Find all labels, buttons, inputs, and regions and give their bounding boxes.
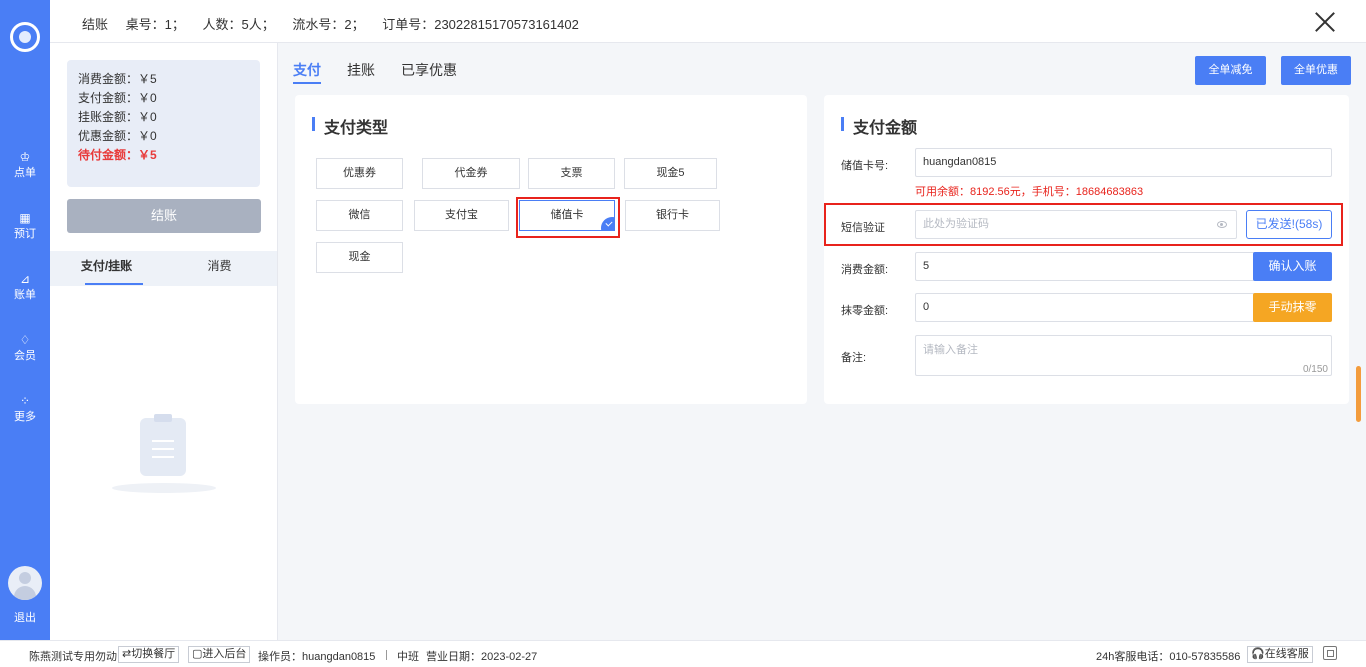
nav-item-label: 账单 [14,289,36,301]
chef-hat-icon: ♔ [19,150,31,164]
consume-amount-label: 消费金额: [841,264,889,276]
rounding-amount-field[interactable]: 0 [915,293,1255,322]
pay-option-wechat[interactable]: 微信 [316,200,403,231]
nav-item-reserve[interactable]: ▦ 预订 [0,211,50,241]
shift-info: 中班 [397,651,419,663]
store-name: 陈燕测试专用勿动 [29,651,117,663]
pay-option-coupon[interactable]: 优惠券 [316,158,403,189]
fullscreen-icon[interactable] [1323,646,1337,660]
pay-option-voucher[interactable]: 代金券 [422,158,520,189]
pay-option-alipay[interactable]: 支付宝 [414,200,509,231]
calendar-icon: ▦ [19,211,31,225]
tab-consumption[interactable]: 消费 [163,251,276,286]
serial-number: 流水号：2； [292,17,365,32]
left-panel-tabs: 支付/挂账 消费 [50,251,277,286]
payment-type-title: 支付类型 [312,114,388,138]
table-number: 桌号：1； [125,17,185,32]
app-logo-icon [10,22,40,52]
service-hotline: 24h客服电话：010-57835586 [1096,651,1241,663]
scrollbar-thumb[interactable] [1356,366,1361,422]
business-date: 营业日期：2023-02-27 [426,651,538,663]
pay-option-cheque[interactable]: 支票 [528,158,615,189]
balance-info: 可用余额：8192.56元，手机号：18684683863 [915,186,1144,198]
remark-placeholder: 请输入备注 [923,344,978,356]
nav-item-order[interactable]: ♔ 点单 [0,150,50,180]
highlight-box-stored-card [516,197,620,238]
nav-item-label: 预订 [14,228,36,240]
tab-pay-credit[interactable]: 支付/挂账 [50,251,163,286]
card-number-field[interactable]: huangdan0815 [915,148,1332,177]
operator-info: 操作员：huangdan0815 [258,651,376,663]
amount-summary: 消费金额：￥5 支付金额：￥0 挂账金额：￥0 优惠金额：￥0 待付金额：￥5 [67,60,260,187]
confirm-entry-button[interactable]: 确认入账 [1253,252,1332,281]
discount-amount: 优惠金额：￥0 [78,129,157,143]
side-nav: ♔ 点单 ▦ 预订 ⊿ 账单 ♢ 会员 ⁘ 更多 退出 [0,0,50,640]
footer-divider [386,650,387,660]
settle-button[interactable]: 结账 [67,199,261,233]
empty-shadow [112,483,216,493]
payment-amount-title: 支付金额 [841,114,917,138]
status-bar: 陈燕测试专用勿动 ⇄切换餐厅 ▢进入后台 操作员：huangdan0815 中班… [0,640,1366,667]
checkout-header: 结账 桌号：1； 人数：5人； 流水号：2； 订单号：2302281517057… [50,0,1366,43]
payment-type-card: 支付类型 优惠券 代金券 支票 现金5 微信 支付宝 储值卡 银行卡 现金 [295,95,807,404]
tab-pay[interactable]: 支付 [293,60,321,84]
enter-backend-button[interactable]: ▢进入后台 [188,646,251,663]
order-info: 结账 桌号：1； 人数：5人； 流水号：2； 订单号：2302281517057… [82,14,593,33]
nav-item-label: 点单 [14,167,36,179]
remark-textarea[interactable]: 请输入备注 0/150 [915,335,1332,376]
grid-icon: ⁘ [19,394,31,408]
tab-credit[interactable]: 挂账 [347,60,375,80]
switch-restaurant-button[interactable]: ⇄切换餐厅 [118,646,180,663]
nav-item-bills[interactable]: ⊿ 账单 [0,272,50,302]
nav-item-more[interactable]: ⁘ 更多 [0,394,50,424]
reduce-all-button[interactable]: 全单减免 [1195,56,1266,85]
nav-item-label: 更多 [14,411,36,423]
remark-char-count: 0/150 [1302,364,1328,375]
consume-amount: 消费金额：￥5 [78,72,157,86]
nav-item-label: 会员 [14,350,36,362]
card-number-label: 储值卡号: [841,160,889,172]
paid-amount: 支付金额：￥0 [78,91,157,105]
order-summary-panel: 消费金额：￥5 支付金额：￥0 挂账金额：￥0 优惠金额：￥0 待付金额：￥5 … [50,43,278,640]
rounding-amount-label: 抹零金额: [841,305,889,317]
pay-option-cash5[interactable]: 现金5 [624,158,717,189]
consume-amount-field[interactable]: 5 [915,252,1255,281]
nav-item-member[interactable]: ♢ 会员 [0,333,50,363]
chart-icon: ⊿ [19,272,31,286]
payment-amount-card: 支付金额 储值卡号: huangdan0815 可用余额：8192.56元，手机… [824,95,1349,404]
online-service-button[interactable]: 🎧在线客服 [1247,646,1313,663]
highlight-box-sms [824,203,1343,246]
pay-option-bank-card[interactable]: 银行卡 [625,200,720,231]
header-title: 结账 [82,17,109,32]
discount-all-button[interactable]: 全单优惠 [1281,56,1351,85]
due-amount: 待付金额：￥5 [78,148,157,162]
people-count: 人数：5人； [202,17,275,32]
close-icon[interactable] [1314,11,1336,33]
pay-option-cash[interactable]: 现金 [316,242,403,273]
manual-rounding-button[interactable]: 手动抹零 [1253,293,1332,322]
empty-clipboard-icon [140,414,186,476]
diamond-icon: ♢ [19,333,31,347]
remark-label: 备注: [841,352,867,364]
user-avatar[interactable] [8,566,42,600]
order-number: 订单号：23022815170573161402 [382,17,579,32]
tab-applied-discounts[interactable]: 已享优惠 [401,60,457,80]
logout-button[interactable]: 退出 [0,609,50,625]
credit-amount: 挂账金额：￥0 [78,110,157,124]
